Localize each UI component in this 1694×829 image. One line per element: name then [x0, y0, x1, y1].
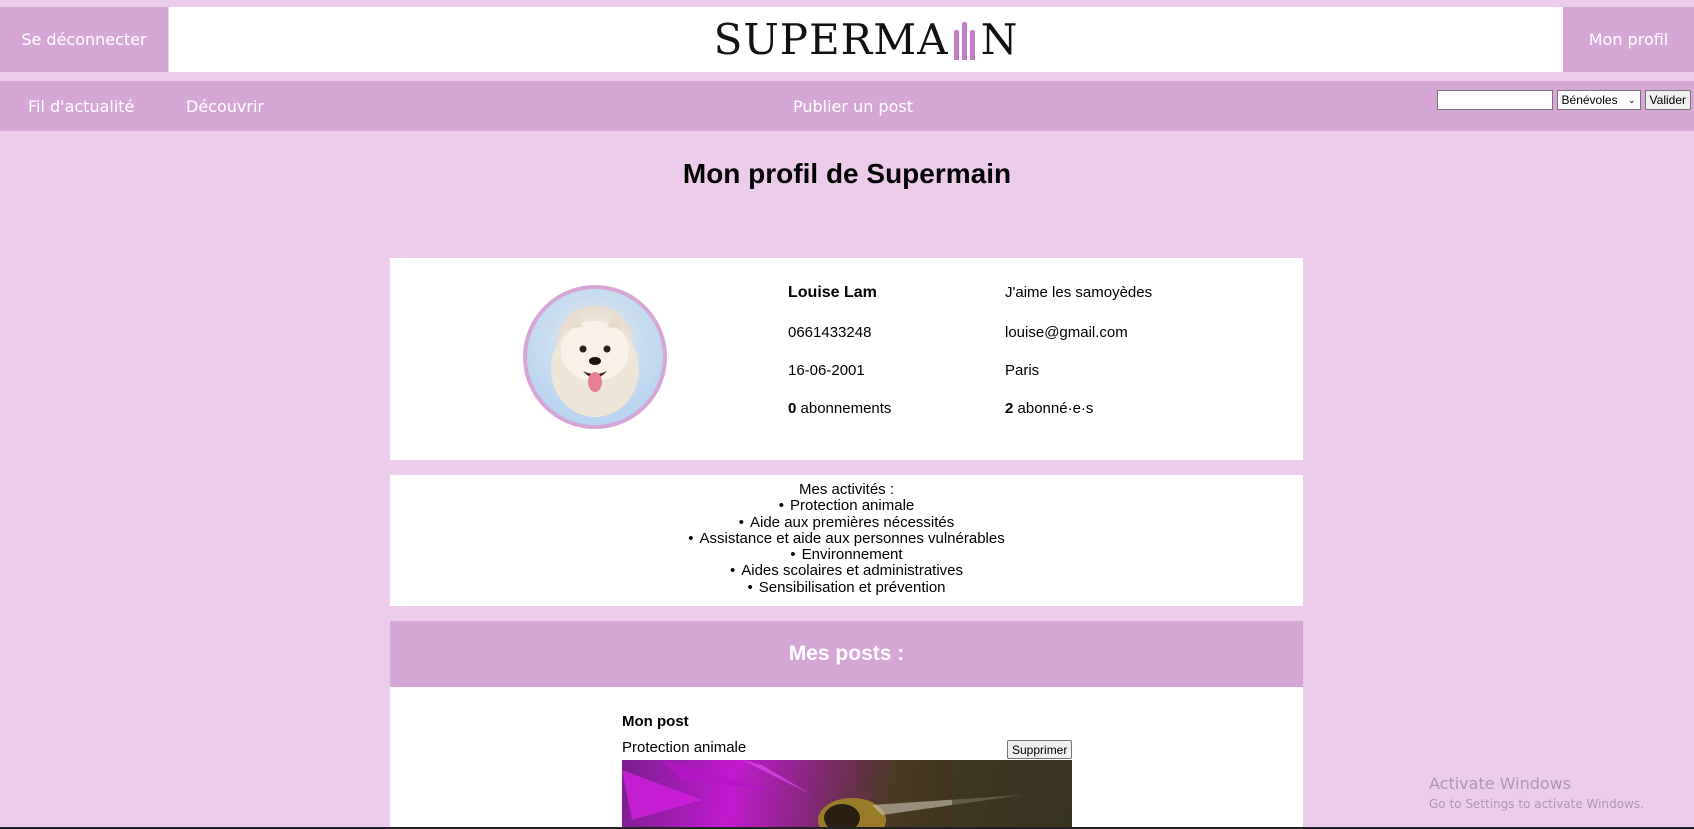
search-input[interactable] [1436, 90, 1553, 110]
watermark-line2: Go to Settings to activate Windows. [1429, 797, 1644, 811]
profile-name: Louise Lam [788, 284, 877, 301]
logo-banner: SUPERMA N [169, 7, 1563, 72]
flower-bee-image [622, 760, 1072, 829]
activities-list: Protection animale Aide aux premières né… [390, 497, 1303, 596]
category-select[interactable]: Bénévoles ⌄ [1556, 90, 1641, 110]
watermark-line1: Activate Windows [1429, 774, 1572, 793]
profile-card: Louise Lam J'aime les samoyèdes 06614332… [390, 258, 1303, 460]
activity-item: Environnement [390, 546, 1303, 563]
chevron-down-icon: ⌄ [1627, 94, 1636, 105]
activity-item: Assistance et aide aux personnes vulnéra… [390, 530, 1303, 547]
post-image [622, 760, 1072, 829]
search-form: Bénévoles ⌄ Valider [1436, 90, 1691, 110]
post-title: Mon post [622, 713, 689, 730]
subscriptions-count[interactable]: 0 abonnements [788, 400, 891, 417]
subscriptions-label: abonnements [800, 400, 892, 417]
profile-phone: 0661433248 [788, 324, 872, 341]
avatar [523, 285, 667, 429]
post-card: Mon post Protection animale Supprimer [390, 687, 1303, 829]
my-profile-button[interactable]: Mon profil [1563, 7, 1694, 72]
hand-icon [950, 20, 980, 60]
samoyed-dog-image [551, 309, 639, 417]
posts-header: Mes posts : [390, 621, 1303, 687]
category-select-value: Bénévoles [1561, 93, 1618, 107]
profile-bio: J'aime les samoyèdes [1005, 284, 1153, 301]
top-header: Se déconnecter SUPERMA N Mon profil [0, 7, 1694, 72]
windows-activation-watermark: Activate Windows Go to Settings to activ… [1429, 774, 1644, 811]
activities-title: Mes activités : [798, 481, 895, 498]
followers-count[interactable]: 2 abonné·e·s [1005, 400, 1093, 417]
post-category: Protection animale [622, 739, 747, 756]
nav-publish-link[interactable]: Publier un post [793, 81, 913, 131]
followers-label: abonné·e·s [1017, 400, 1094, 417]
activity-item: Aides scolaires et administratives [390, 563, 1303, 580]
delete-post-button[interactable]: Supprimer [1007, 740, 1073, 759]
logo-text-right: N [980, 15, 1019, 64]
activity-item: Sensibilisation et prévention [390, 579, 1303, 596]
profile-birthdate: 16-06-2001 [788, 362, 865, 379]
activity-item: Protection animale [390, 497, 1303, 514]
activity-item: Aide aux premières nécessités [390, 514, 1303, 531]
search-submit-button[interactable]: Valider [1644, 90, 1691, 110]
supermain-logo[interactable]: SUPERMA N [714, 15, 1019, 64]
profile-city: Paris [1005, 362, 1040, 379]
logout-button[interactable]: Se déconnecter [0, 7, 168, 72]
logo-text-left: SUPERMA [713, 15, 949, 64]
nav-discover-link[interactable]: Découvrir [186, 81, 264, 131]
nav-feed-link[interactable]: Fil d'actualité [28, 81, 134, 131]
nav-bar: Fil d'actualité Découvrir Publier un pos… [0, 81, 1694, 131]
page-title: Mon profil de Supermain [682, 158, 1012, 189]
followers-number: 2 [1005, 400, 1014, 417]
activities-card: Mes activités : Protection animale Aide … [390, 475, 1303, 606]
subscriptions-number: 0 [788, 400, 797, 417]
profile-email: louise@gmail.com [1005, 324, 1128, 341]
